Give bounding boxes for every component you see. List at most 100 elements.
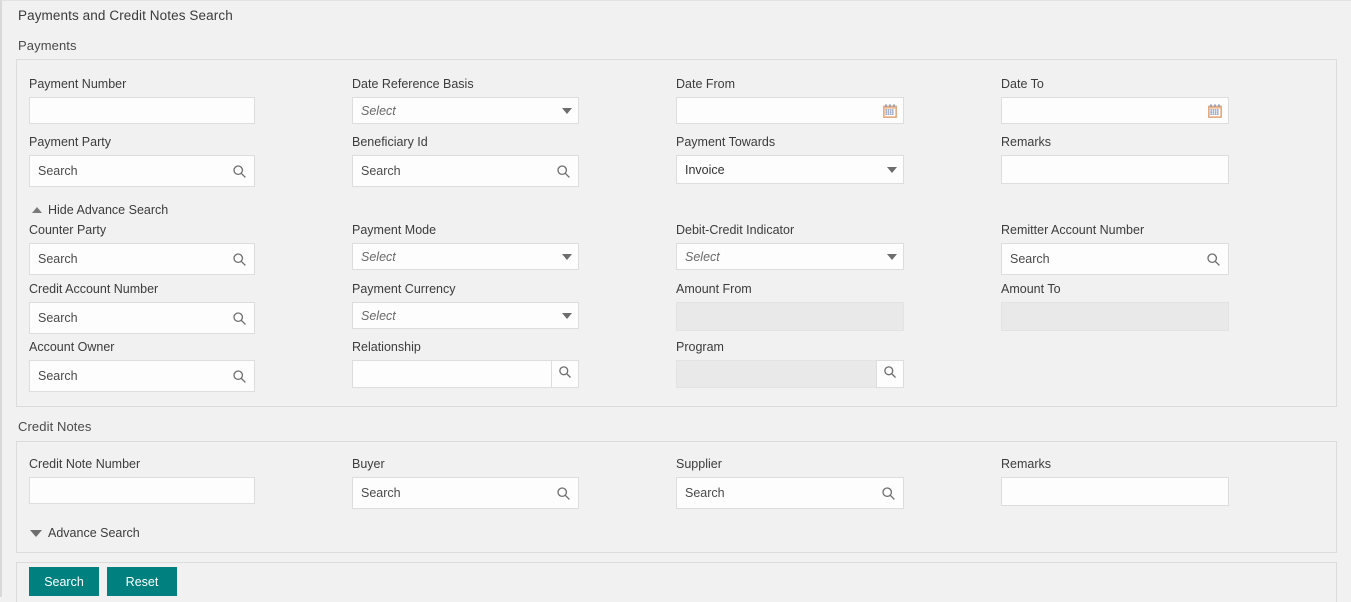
search-icon[interactable] (224, 244, 254, 274)
payment-towards-select[interactable]: Invoice (676, 155, 904, 184)
field-label: Date From (676, 77, 736, 91)
field-label: Debit-Credit Indicator (676, 223, 795, 237)
calendar-icon[interactable] (1202, 103, 1228, 118)
credit-notes-section-label: Credit Notes (18, 419, 92, 434)
field-label: Program (676, 340, 724, 354)
chevron-down-icon (556, 107, 578, 114)
program-input (677, 361, 876, 387)
payment-party-searchbox[interactable] (29, 155, 255, 187)
select-value: Select (361, 249, 396, 264)
select-value: Select (361, 308, 396, 323)
field-label: Credit Account Number (29, 282, 159, 296)
search-icon[interactable] (548, 156, 578, 186)
payments-advance-search-toggle[interactable]: Hide Advance Search (32, 203, 168, 217)
toggle-label: Hide Advance Search (48, 203, 169, 217)
debit-credit-indicator-select[interactable]: Select (676, 243, 904, 270)
field-payment-number: Payment Number (29, 77, 255, 124)
select-value: Select (361, 103, 396, 118)
program-searchcombo[interactable] (676, 360, 904, 388)
field-label: Relationship (352, 340, 421, 354)
toggle-label: Advance Search (48, 526, 140, 540)
search-icon (883, 365, 897, 384)
search-icon[interactable] (224, 303, 254, 333)
field-beneficiary-id: Beneficiary Id (352, 135, 579, 187)
counter-party-input[interactable] (30, 244, 224, 274)
search-icon (558, 365, 572, 384)
program-search-button[interactable] (876, 360, 904, 388)
remitter-account-number-input[interactable] (1002, 244, 1198, 274)
account-owner-input[interactable] (30, 361, 224, 391)
field-debit-credit-indicator: Debit-Credit Indicator Select (676, 223, 904, 270)
action-buttons: Search Reset (29, 567, 177, 596)
payment-currency-select[interactable]: Select (352, 302, 579, 329)
search-page: Payments and Credit Notes Search Payment… (0, 0, 1351, 602)
credit-notes-remarks-input[interactable] (1001, 477, 1229, 506)
field-remarks-payments: Remarks (1001, 135, 1229, 184)
field-date-from: Date From (676, 77, 904, 124)
field-date-to: Date To (1001, 77, 1229, 124)
field-label: Payment Mode (352, 223, 437, 237)
field-label: Credit Note Number (29, 457, 141, 471)
field-label: Amount From (676, 282, 752, 296)
search-icon[interactable] (873, 478, 903, 508)
field-label: Remarks (1001, 135, 1052, 149)
search-icon[interactable] (1198, 244, 1228, 274)
field-counter-party: Counter Party (29, 223, 255, 275)
field-date-reference-basis: Date Reference Basis Select (352, 77, 579, 124)
search-button[interactable]: Search (29, 567, 99, 596)
field-relationship: Relationship (352, 340, 579, 388)
buyer-input[interactable] (353, 478, 548, 508)
search-icon[interactable] (224, 361, 254, 391)
beneficiary-id-searchbox[interactable] (352, 155, 579, 187)
relationship-input[interactable] (353, 361, 551, 387)
supplier-input[interactable] (677, 478, 873, 508)
field-label: Payment Towards (676, 135, 776, 149)
select-value: Invoice (685, 162, 725, 177)
chevron-up-icon (32, 207, 42, 213)
field-credit-note-number: Credit Note Number (29, 457, 255, 504)
field-credit-account-number: Credit Account Number (29, 282, 255, 334)
field-label: Beneficiary Id (352, 135, 428, 149)
field-label: Payment Currency (352, 282, 456, 296)
relationship-searchcombo[interactable] (352, 360, 579, 388)
search-icon[interactable] (224, 156, 254, 186)
credit-note-number-input[interactable] (29, 477, 255, 504)
chevron-down-icon (881, 166, 903, 173)
credit-account-number-input[interactable] (30, 303, 224, 333)
payment-number-input[interactable] (29, 97, 255, 124)
amount-to-input (1001, 302, 1229, 331)
chevron-down-icon (881, 253, 903, 260)
field-program: Program (676, 340, 904, 388)
field-amount-from: Amount From (676, 282, 904, 331)
date-to-input[interactable] (1002, 98, 1202, 123)
beneficiary-id-input[interactable] (353, 156, 548, 186)
payment-party-input[interactable] (30, 156, 224, 186)
field-label: Date To (1001, 77, 1044, 91)
field-label: Amount To (1001, 282, 1061, 296)
credit-account-number-searchbox[interactable] (29, 302, 255, 334)
date-to-field[interactable] (1001, 97, 1229, 124)
field-label: Payment Number (29, 77, 127, 91)
counter-party-searchbox[interactable] (29, 243, 255, 275)
date-reference-basis-select[interactable]: Select (352, 97, 579, 124)
supplier-searchbox[interactable] (676, 477, 904, 509)
buyer-searchbox[interactable] (352, 477, 579, 509)
field-remitter-account-number: Remitter Account Number (1001, 223, 1229, 275)
relationship-search-button[interactable] (551, 360, 579, 388)
date-from-field[interactable] (676, 97, 904, 124)
field-label: Date Reference Basis (352, 77, 474, 91)
account-owner-searchbox[interactable] (29, 360, 255, 392)
chevron-down-icon (556, 253, 578, 260)
remitter-account-number-searchbox[interactable] (1001, 243, 1229, 275)
field-supplier: Supplier (676, 457, 904, 509)
relationship-input-wrap[interactable] (352, 360, 551, 388)
reset-button[interactable]: Reset (107, 567, 177, 596)
payment-mode-select[interactable]: Select (352, 243, 579, 270)
credit-notes-advance-search-toggle[interactable]: Advance Search (30, 526, 140, 540)
calendar-icon[interactable] (877, 103, 903, 118)
field-account-owner: Account Owner (29, 340, 255, 392)
search-icon[interactable] (548, 478, 578, 508)
payments-section-label: Payments (18, 38, 77, 53)
payments-remarks-input[interactable] (1001, 155, 1229, 184)
date-from-input[interactable] (677, 98, 877, 123)
